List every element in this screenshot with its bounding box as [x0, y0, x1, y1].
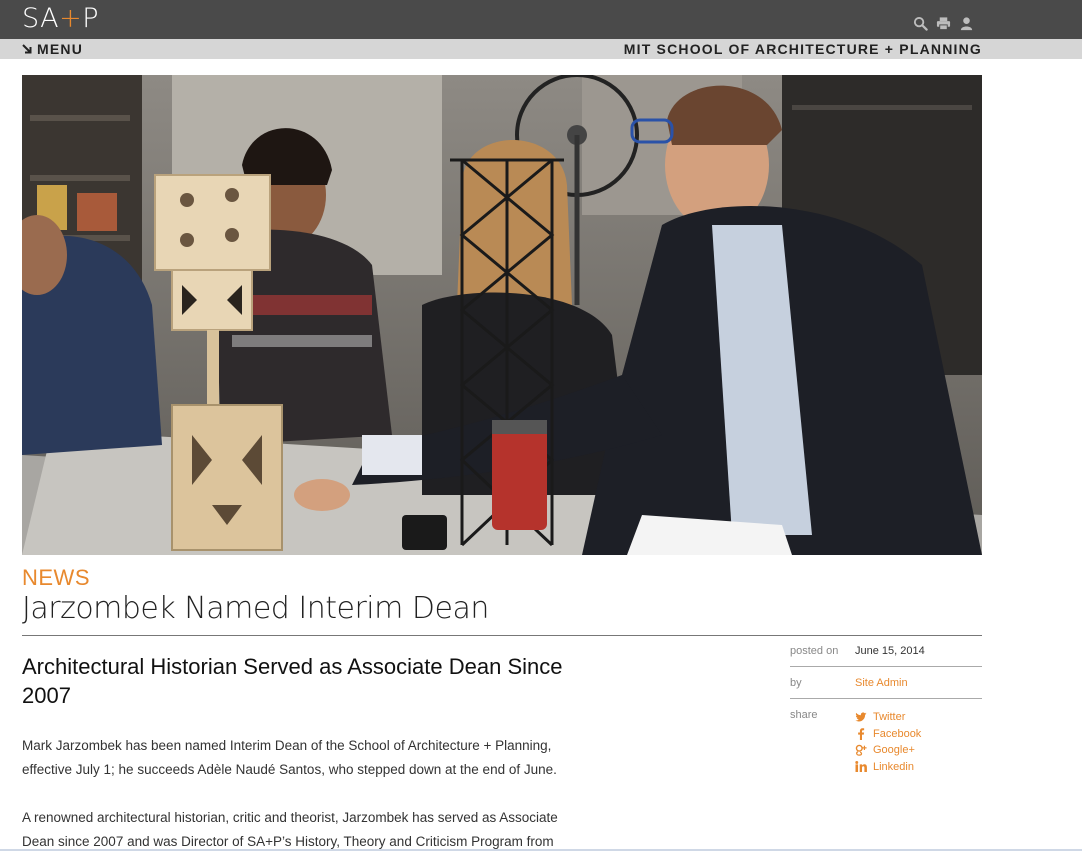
meta-divider — [790, 666, 982, 667]
logo-suffix: P — [82, 3, 100, 34]
share-linkedin[interactable]: Linkedin — [855, 759, 921, 776]
logo-prefix: SA — [22, 3, 60, 34]
article-title: Jarzombek Named Interim Dean — [22, 591, 489, 626]
author-link[interactable]: Site Admin — [855, 677, 908, 689]
header-tools — [913, 16, 974, 31]
share-twitter[interactable]: Twitter — [855, 709, 921, 726]
share-google-plus[interactable]: Google+ — [855, 742, 921, 759]
school-link[interactable]: MIT SCHOOL OF ARCHITECTURE + PLANNING — [624, 41, 982, 57]
article-paragraph: Mark Jarzombek has been named Interim De… — [22, 738, 557, 777]
article-subtitle: Architectural Historian Served as Associ… — [22, 654, 563, 708]
share-facebook-label: Facebook — [873, 727, 922, 740]
by-label: by — [790, 677, 802, 689]
share-google-plus-label: Google+ — [873, 744, 915, 757]
twitter-icon — [855, 711, 867, 723]
meta-divider — [790, 698, 982, 699]
menu-button[interactable]: MENU — [22, 41, 83, 57]
section-label[interactable]: NEWS — [22, 566, 90, 590]
search-icon[interactable] — [913, 16, 928, 31]
logo-plus: + — [59, 3, 83, 34]
share-linkedin-label: Linkedin — [873, 760, 914, 773]
share-list: Twitter Facebook Google+ Linkedin — [855, 709, 921, 775]
print-icon[interactable] — [936, 16, 951, 31]
linkedin-icon — [855, 761, 867, 773]
posted-label: posted on — [790, 645, 839, 657]
article-paragraph: A renowned architectural historian, crit… — [22, 810, 558, 849]
hero-photo — [22, 75, 982, 555]
sap-logo[interactable]: SA+P — [22, 4, 99, 34]
posted-date: June 15, 2014 — [855, 645, 925, 657]
menu-bar: MENU MIT SCHOOL OF ARCHITECTURE + PLANNI… — [0, 39, 1082, 59]
user-icon[interactable] — [959, 16, 974, 31]
google-plus-icon — [855, 744, 867, 756]
facebook-icon — [855, 727, 867, 740]
hero-image — [22, 75, 982, 555]
menu-label: MENU — [37, 41, 84, 57]
top-bar: SA+P — [0, 0, 1082, 39]
title-divider — [22, 635, 982, 636]
share-facebook[interactable]: Facebook — [855, 726, 921, 743]
share-label: share — [790, 709, 818, 721]
arrow-down-right-icon — [22, 44, 32, 54]
share-twitter-label: Twitter — [873, 711, 906, 724]
